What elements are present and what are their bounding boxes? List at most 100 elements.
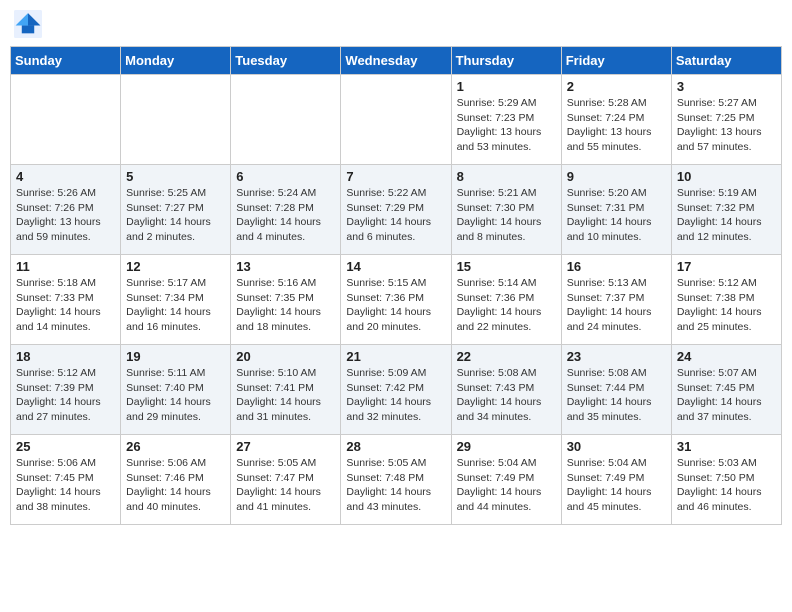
day-detail: Sunrise: 5:18 AM Sunset: 7:33 PM Dayligh… [16, 276, 115, 335]
day-detail: Sunrise: 5:14 AM Sunset: 7:36 PM Dayligh… [457, 276, 556, 335]
day-number: 1 [457, 79, 556, 94]
day-detail: Sunrise: 5:09 AM Sunset: 7:42 PM Dayligh… [346, 366, 445, 425]
day-number: 5 [126, 169, 225, 184]
weekday-header-monday: Monday [121, 47, 231, 75]
day-number: 28 [346, 439, 445, 454]
day-cell: 31Sunrise: 5:03 AM Sunset: 7:50 PM Dayli… [671, 435, 781, 525]
day-number: 6 [236, 169, 335, 184]
day-detail: Sunrise: 5:24 AM Sunset: 7:28 PM Dayligh… [236, 186, 335, 245]
day-cell: 17 Sunrise: 5:12 AM Sunset: 7:38 PM Dayli… [671, 255, 781, 345]
day-cell: 15 Sunrise: 5:14 AM Sunset: 7:36 PM Dayli… [451, 255, 561, 345]
weekday-header-sunday: Sunday [11, 47, 121, 75]
day-number: 30 [567, 439, 666, 454]
day-detail: Sunrise: 5:08 AM Sunset: 7:44 PM Dayligh… [567, 366, 666, 425]
day-cell: 27 Sunrise: 5:05 AM Sunset: 7:47 PM Dayli… [231, 435, 341, 525]
day-number: 26 [126, 439, 225, 454]
day-cell [231, 75, 341, 165]
day-detail: Sunrise: 5:22 AM Sunset: 7:29 PM Dayligh… [346, 186, 445, 245]
week-row-5: 25 Sunrise: 5:06 AM Sunset: 7:45 PM Dayli… [11, 435, 782, 525]
day-number: 12 [126, 259, 225, 274]
day-cell: 20 Sunrise: 5:10 AM Sunset: 7:41 PM Dayli… [231, 345, 341, 435]
day-detail: Sunrise: 5:06 AM Sunset: 7:46 PM Dayligh… [126, 456, 225, 515]
day-cell: 18 Sunrise: 5:12 AM Sunset: 7:39 PM Dayli… [11, 345, 121, 435]
day-detail: Sunrise: 5:07 AM Sunset: 7:45 PM Dayligh… [677, 366, 776, 425]
day-number: 16 [567, 259, 666, 274]
day-cell: 13 Sunrise: 5:16 AM Sunset: 7:35 PM Dayli… [231, 255, 341, 345]
day-detail: Sunrise: 5:13 AM Sunset: 7:37 PM Dayligh… [567, 276, 666, 335]
day-number: 2 [567, 79, 666, 94]
day-number: 4 [16, 169, 115, 184]
day-detail: Sunrise: 5:16 AM Sunset: 7:35 PM Dayligh… [236, 276, 335, 335]
day-cell: 16 Sunrise: 5:13 AM Sunset: 7:37 PM Dayli… [561, 255, 671, 345]
logo-icon [14, 10, 42, 38]
logo [14, 10, 46, 38]
week-row-1: 1 Sunrise: 5:29 AM Sunset: 7:23 PM Daylig… [11, 75, 782, 165]
day-number: 7 [346, 169, 445, 184]
weekday-header-friday: Friday [561, 47, 671, 75]
day-cell: 29 Sunrise: 5:04 AM Sunset: 7:49 PM Dayli… [451, 435, 561, 525]
day-number: 15 [457, 259, 556, 274]
day-detail: Sunrise: 5:15 AM Sunset: 7:36 PM Dayligh… [346, 276, 445, 335]
day-detail: Sunrise: 5:08 AM Sunset: 7:43 PM Dayligh… [457, 366, 556, 425]
day-number: 19 [126, 349, 225, 364]
day-number: 21 [346, 349, 445, 364]
day-number: 8 [457, 169, 556, 184]
day-detail: Sunrise: 5:26 AM Sunset: 7:26 PM Dayligh… [16, 186, 115, 245]
day-detail: Sunrise: 5:25 AM Sunset: 7:27 PM Dayligh… [126, 186, 225, 245]
day-cell: 2 Sunrise: 5:28 AM Sunset: 7:24 PM Daylig… [561, 75, 671, 165]
day-cell: 19 Sunrise: 5:11 AM Sunset: 7:40 PM Dayli… [121, 345, 231, 435]
day-cell: 24 Sunrise: 5:07 AM Sunset: 7:45 PM Dayli… [671, 345, 781, 435]
week-row-4: 18 Sunrise: 5:12 AM Sunset: 7:39 PM Dayli… [11, 345, 782, 435]
day-detail: Sunrise: 5:19 AM Sunset: 7:32 PM Dayligh… [677, 186, 776, 245]
day-cell [341, 75, 451, 165]
day-number: 29 [457, 439, 556, 454]
day-number: 17 [677, 259, 776, 274]
day-number: 23 [567, 349, 666, 364]
day-cell: 8 Sunrise: 5:21 AM Sunset: 7:30 PM Daylig… [451, 165, 561, 255]
weekday-header-saturday: Saturday [671, 47, 781, 75]
day-cell: 23 Sunrise: 5:08 AM Sunset: 7:44 PM Dayli… [561, 345, 671, 435]
day-cell: 30 Sunrise: 5:04 AM Sunset: 7:49 PM Dayli… [561, 435, 671, 525]
day-detail: Sunrise: 5:10 AM Sunset: 7:41 PM Dayligh… [236, 366, 335, 425]
day-number: 31 [677, 439, 776, 454]
day-detail: Sunrise: 5:12 AM Sunset: 7:38 PM Dayligh… [677, 276, 776, 335]
day-number: 13 [236, 259, 335, 274]
day-cell: 6 Sunrise: 5:24 AM Sunset: 7:28 PM Daylig… [231, 165, 341, 255]
day-detail: Sunrise: 5:21 AM Sunset: 7:30 PM Dayligh… [457, 186, 556, 245]
day-cell [121, 75, 231, 165]
day-cell: 1 Sunrise: 5:29 AM Sunset: 7:23 PM Daylig… [451, 75, 561, 165]
weekday-header-tuesday: Tuesday [231, 47, 341, 75]
day-number: 20 [236, 349, 335, 364]
day-cell: 14Sunrise: 5:15 AM Sunset: 7:36 PM Dayli… [341, 255, 451, 345]
weekday-header-row: SundayMondayTuesdayWednesdayThursdayFrid… [11, 47, 782, 75]
day-number: 10 [677, 169, 776, 184]
day-cell: 3Sunrise: 5:27 AM Sunset: 7:25 PM Daylig… [671, 75, 781, 165]
day-detail: Sunrise: 5:04 AM Sunset: 7:49 PM Dayligh… [567, 456, 666, 515]
day-number: 25 [16, 439, 115, 454]
day-cell: 5 Sunrise: 5:25 AM Sunset: 7:27 PM Daylig… [121, 165, 231, 255]
day-number: 22 [457, 349, 556, 364]
day-cell [11, 75, 121, 165]
day-number: 18 [16, 349, 115, 364]
day-cell: 25 Sunrise: 5:06 AM Sunset: 7:45 PM Dayli… [11, 435, 121, 525]
day-detail: Sunrise: 5:04 AM Sunset: 7:49 PM Dayligh… [457, 456, 556, 515]
day-detail: Sunrise: 5:29 AM Sunset: 7:23 PM Dayligh… [457, 96, 556, 155]
day-detail: Sunrise: 5:28 AM Sunset: 7:24 PM Dayligh… [567, 96, 666, 155]
day-number: 9 [567, 169, 666, 184]
day-cell: 28Sunrise: 5:05 AM Sunset: 7:48 PM Dayli… [341, 435, 451, 525]
day-cell: 9 Sunrise: 5:20 AM Sunset: 7:31 PM Daylig… [561, 165, 671, 255]
day-detail: Sunrise: 5:20 AM Sunset: 7:31 PM Dayligh… [567, 186, 666, 245]
day-cell: 4 Sunrise: 5:26 AM Sunset: 7:26 PM Daylig… [11, 165, 121, 255]
day-detail: Sunrise: 5:05 AM Sunset: 7:47 PM Dayligh… [236, 456, 335, 515]
day-number: 24 [677, 349, 776, 364]
calendar-table: SundayMondayTuesdayWednesdayThursdayFrid… [10, 46, 782, 525]
day-cell: 11 Sunrise: 5:18 AM Sunset: 7:33 PM Dayli… [11, 255, 121, 345]
day-cell: 21 Sunrise: 5:09 AM Sunset: 7:42 PM Dayli… [341, 345, 451, 435]
day-cell: 12Sunrise: 5:17 AM Sunset: 7:34 PM Dayli… [121, 255, 231, 345]
day-cell: 22 Sunrise: 5:08 AM Sunset: 7:43 PM Dayli… [451, 345, 561, 435]
day-number: 27 [236, 439, 335, 454]
day-detail: Sunrise: 5:06 AM Sunset: 7:45 PM Dayligh… [16, 456, 115, 515]
day-detail: Sunrise: 5:12 AM Sunset: 7:39 PM Dayligh… [16, 366, 115, 425]
day-number: 11 [16, 259, 115, 274]
day-detail: Sunrise: 5:11 AM Sunset: 7:40 PM Dayligh… [126, 366, 225, 425]
